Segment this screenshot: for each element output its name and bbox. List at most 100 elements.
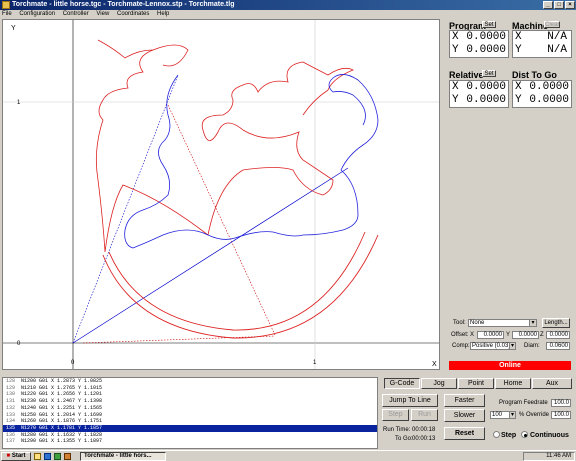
override-field[interactable]: 100.0: [551, 411, 571, 419]
chevron-down-icon: ▾: [529, 320, 536, 326]
comp-select[interactable]: Positive (0.03) ▾: [470, 342, 516, 350]
faster-button[interactable]: Faster: [444, 394, 485, 407]
offset-x-field[interactable]: 0.0000: [477, 331, 504, 339]
dist-to-go-dro: X 0.0000 Y 0.0000: [512, 80, 572, 108]
gcode-line[interactable]: 131 N1230 G01 X 1.2467 Y 1.1398: [3, 398, 377, 405]
to-go-value: 00:00:13: [412, 436, 436, 442]
quicklaunch-icon[interactable]: [54, 453, 61, 460]
reset-button[interactable]: Reset: [444, 427, 485, 440]
gcode-line-number: 133: [6, 411, 16, 418]
step-radio[interactable]: [493, 431, 500, 438]
diam-field[interactable]: 0.0600: [546, 342, 570, 350]
run-button[interactable]: Run: [411, 409, 438, 421]
rocker-arc-outer: [102, 234, 379, 339]
menu-view[interactable]: View: [96, 11, 109, 17]
override-select[interactable]: 100 ▾: [490, 411, 516, 419]
toolpath-canvas[interactable]: Y X 1 0 0 1: [2, 19, 440, 370]
dist-x-value: 0.0000: [529, 81, 569, 93]
gcode-line-number: 130: [6, 391, 16, 398]
start-button[interactable]: ■ Start: [1, 452, 31, 461]
taskbar: ■ Start Torchmate - little hors... 11:46…: [0, 450, 576, 461]
program-dro: X 0.0000 Y 0.0000: [449, 30, 509, 58]
gcode-line[interactable]: 130 N1220 G01 X 1.2656 Y 1.1201: [3, 391, 377, 398]
continuous-radio[interactable]: [521, 431, 528, 438]
feed-move-blue: [72, 167, 349, 344]
title-bar[interactable]: Torchmate - little horse.tgc - Torchmate…: [0, 0, 576, 10]
tool-label: Tool:: [453, 320, 466, 326]
minimize-button[interactable]: _: [543, 1, 553, 9]
maximize-button[interactable]: □: [554, 1, 564, 9]
dist-y-value: 0.0000: [529, 94, 569, 106]
gcode-line-text: N1280 G01 X 1.1632 Y 1.1828: [21, 431, 103, 438]
gcode-listing[interactable]: 128 N1200 G01 X 1.2873 Y 1.0825 129 N1210…: [2, 377, 378, 449]
program-set-button[interactable]: Set: [482, 21, 496, 28]
menu-controller[interactable]: Controller: [63, 11, 89, 17]
offset-z-field[interactable]: 0.0000: [546, 331, 570, 339]
menu-configuration[interactable]: Configuration: [19, 11, 55, 17]
gcode-line[interactable]: 136 N1280 G01 X 1.1632 Y 1.1828: [3, 432, 377, 439]
step-radio-label: Step: [501, 432, 517, 439]
gcode-line-number: 137: [6, 438, 16, 445]
window-title: Torchmate - little horse.tgc - Torchmate…: [12, 1, 235, 8]
diam-label: Diam:: [524, 343, 540, 349]
task-torchmate[interactable]: Torchmate - little hors...: [80, 452, 166, 461]
to-go-label: To Go:: [395, 436, 413, 442]
gcode-line-text: N1220 G01 X 1.2656 Y 1.1201: [21, 391, 103, 398]
gcode-line-text: N1270 G01 X 1.1781 Y 1.1857: [21, 424, 103, 431]
y-axis-label: Y: [11, 25, 16, 32]
tick-y-1: 1: [17, 100, 21, 106]
gcode-line[interactable]: 137 N1290 G01 X 1.1355 Y 1.1897: [3, 438, 377, 445]
browser-icon[interactable]: [44, 453, 51, 460]
system-tray: 11:46 AM: [523, 452, 575, 461]
gcode-line-text: N1210 G01 X 1.2765 Y 1.1015: [21, 384, 103, 391]
tab-gcode[interactable]: G-Code: [384, 378, 420, 389]
gcode-line[interactable]: 133 N1250 G01 X 1.2014 Y 1.1699: [3, 412, 377, 419]
app-icon: [2, 1, 10, 9]
tab-point[interactable]: Point: [458, 378, 494, 389]
jump-to-line-button[interactable]: Jump To Line: [382, 394, 438, 407]
online-status-bar: Online: [449, 361, 571, 370]
gcode-line[interactable]: 135 N1270 G01 X 1.1781 Y 1.1857: [3, 424, 377, 432]
relative-label: Relative: [449, 70, 484, 80]
close-button[interactable]: ×: [565, 1, 575, 9]
gcode-line[interactable]: 128 N1200 G01 X 1.2873 Y 1.0825: [3, 378, 377, 385]
tab-jog[interactable]: Jog: [421, 378, 457, 389]
step-button[interactable]: Step: [382, 409, 409, 421]
gcode-line[interactable]: 134 N1260 G01 X 1.1876 Y 1.1751: [3, 418, 377, 425]
relative-dro: X 0.0000 Y 0.0000: [449, 80, 509, 108]
windows-logo-icon: ■: [6, 453, 11, 459]
chevron-down-icon: ▾: [509, 343, 515, 349]
feedrate-label: Program Feedrate: [499, 400, 548, 406]
gcode-line[interactable]: 132 N1240 G01 X 1.2251 Y 1.1565: [3, 405, 377, 412]
gcode-line-text: N1240 G01 X 1.2251 Y 1.1565: [21, 404, 103, 411]
dist-to-go-label: Dist To Go: [512, 70, 557, 80]
gcode-line-number: 132: [6, 404, 16, 411]
tab-home[interactable]: Home: [495, 378, 531, 389]
desktop-icon[interactable]: [34, 453, 41, 460]
tick-x-0: 0: [71, 360, 75, 366]
tab-aux[interactable]: Aux: [532, 378, 572, 389]
offset-label: Offset:: [451, 332, 469, 338]
tool-length-button[interactable]: Length...: [542, 318, 570, 328]
tool-select[interactable]: None ▾: [468, 319, 537, 327]
radio-dot: [523, 433, 527, 437]
relative-x-value: 0.0000: [466, 81, 506, 93]
machine-clear-button[interactable]: Clear: [544, 21, 560, 28]
slower-button[interactable]: Slower: [444, 409, 485, 422]
gcode-line-text: N1230 G01 X 1.2467 Y 1.1398: [21, 398, 103, 405]
app-quicklaunch-icon[interactable]: [64, 453, 71, 460]
horse-ear-red: [152, 44, 189, 67]
run-time-label: Run Time:: [383, 427, 411, 433]
toolpath-blue: [124, 74, 379, 249]
gcode-line-text: N1290 G01 X 1.1355 Y 1.1897: [21, 438, 103, 445]
feedrate-field[interactable]: 100.0: [551, 399, 571, 407]
menu-file[interactable]: File: [2, 11, 12, 17]
offset-y-field[interactable]: 0.0000: [512, 331, 539, 339]
menu-coordinates[interactable]: Coordinates: [117, 11, 149, 17]
menu-help[interactable]: Help: [157, 11, 169, 17]
gcode-line-number: 129: [6, 384, 16, 391]
rocker-arc-inner: [108, 231, 366, 331]
gcode-line-number: 128: [6, 378, 16, 384]
gcode-line[interactable]: 129 N1210 G01 X 1.2765 Y 1.1015: [3, 385, 377, 392]
relative-set-button[interactable]: Set: [482, 70, 496, 77]
